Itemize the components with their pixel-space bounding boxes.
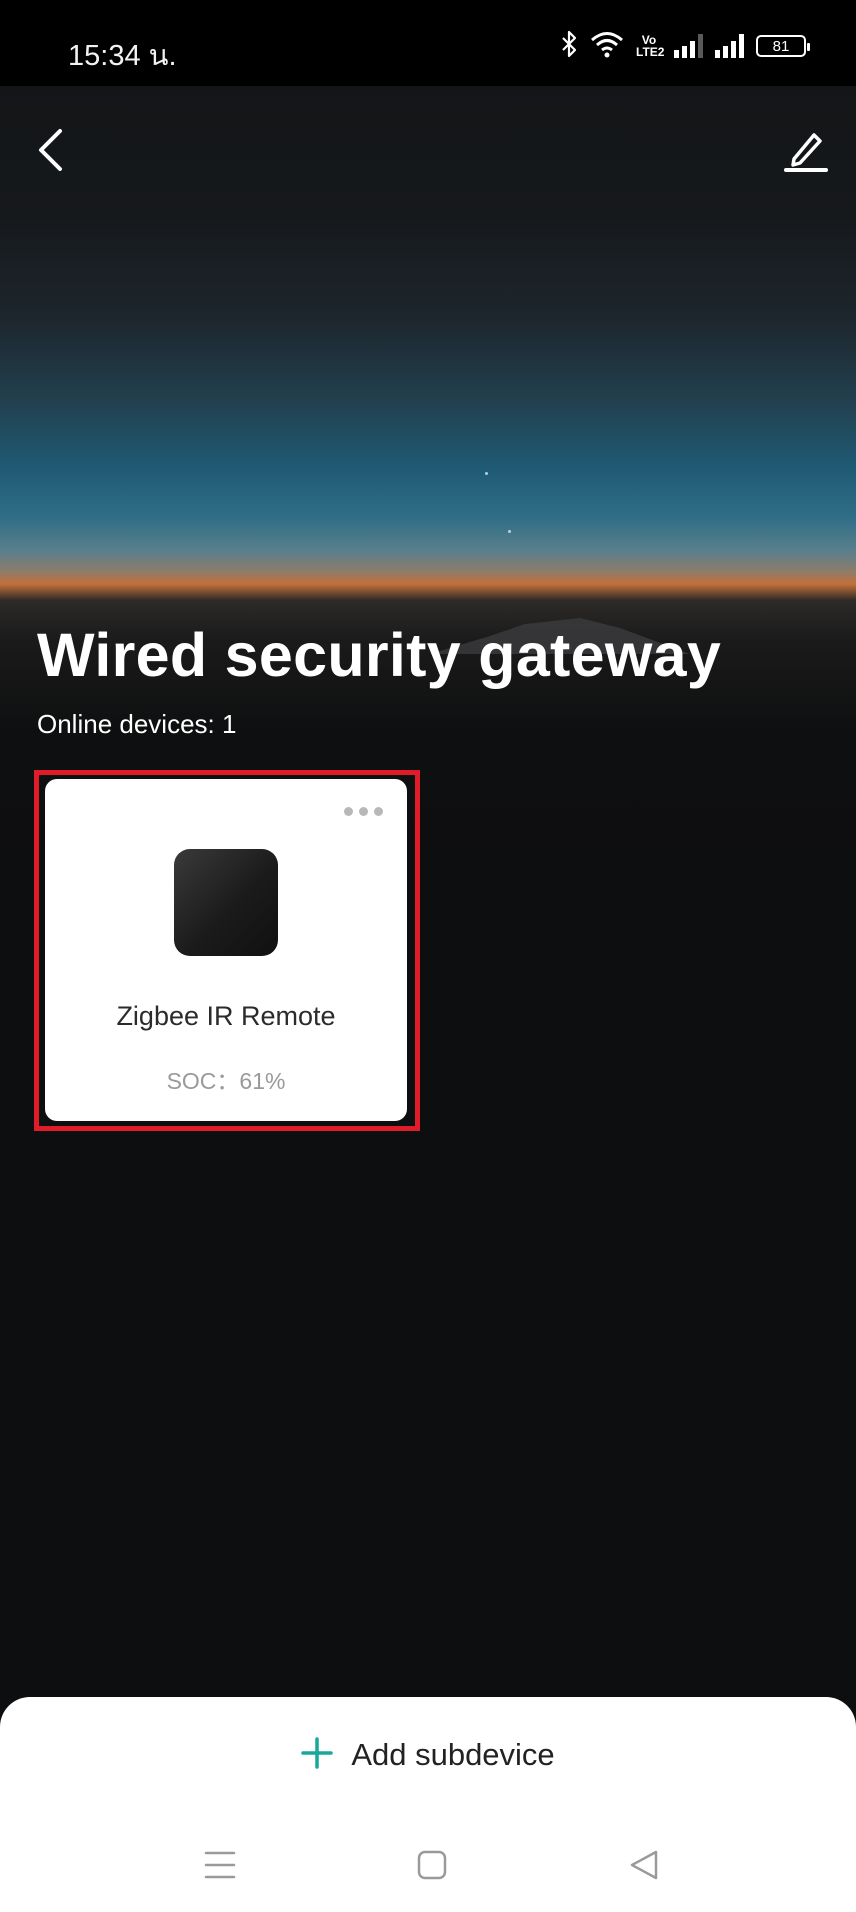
device-soc: SOC：61%: [166, 1068, 286, 1094]
edit-button[interactable]: [780, 126, 832, 178]
more-horizontal-icon: [344, 807, 353, 816]
pencil-icon: [784, 127, 828, 178]
battery-icon: 81: [756, 35, 810, 57]
online-devices-count: Online devices: 1: [37, 709, 237, 739]
back-triangle-icon: [628, 1849, 660, 1886]
device-name: Zigbee IR Remote: [116, 1001, 336, 1031]
signal-icon: [715, 34, 744, 58]
more-horizontal-icon: [374, 807, 383, 816]
volte-icon: Vo LTE2: [636, 33, 665, 59]
signal-icon: [674, 34, 703, 58]
more-options-button[interactable]: [344, 807, 383, 816]
home-square-icon: [417, 1850, 447, 1885]
nav-menu-button[interactable]: [190, 1837, 250, 1897]
add-subdevice-button[interactable]: Add subdevice: [0, 1727, 856, 1783]
plus-icon: [301, 1736, 334, 1774]
page-title: Wired security gateway: [37, 621, 722, 689]
more-horizontal-icon: [359, 807, 368, 816]
device-card[interactable]: Zigbee IR Remote SOC：61%: [45, 779, 407, 1121]
nav-back-button[interactable]: [614, 1837, 674, 1897]
star-decoration: [508, 530, 511, 533]
nav-home-button[interactable]: [402, 1837, 462, 1897]
add-subdevice-label: Add subdevice: [351, 1737, 555, 1772]
status-icons: Vo LTE2 81: [560, 30, 810, 63]
chevron-left-icon: [36, 128, 64, 177]
device-image: [174, 849, 278, 956]
back-button[interactable]: [28, 126, 72, 178]
menu-icon: [204, 1850, 236, 1885]
navigation-bar: [0, 1837, 856, 1897]
wifi-icon: [590, 30, 624, 63]
star-decoration: [485, 472, 488, 475]
bottom-sheet: Add subdevice: [0, 1697, 856, 1912]
bluetooth-icon: [560, 30, 578, 63]
status-bar: 15:34 น. Vo LTE2 81: [0, 0, 856, 86]
status-time: 15:34 น.: [68, 40, 177, 72]
